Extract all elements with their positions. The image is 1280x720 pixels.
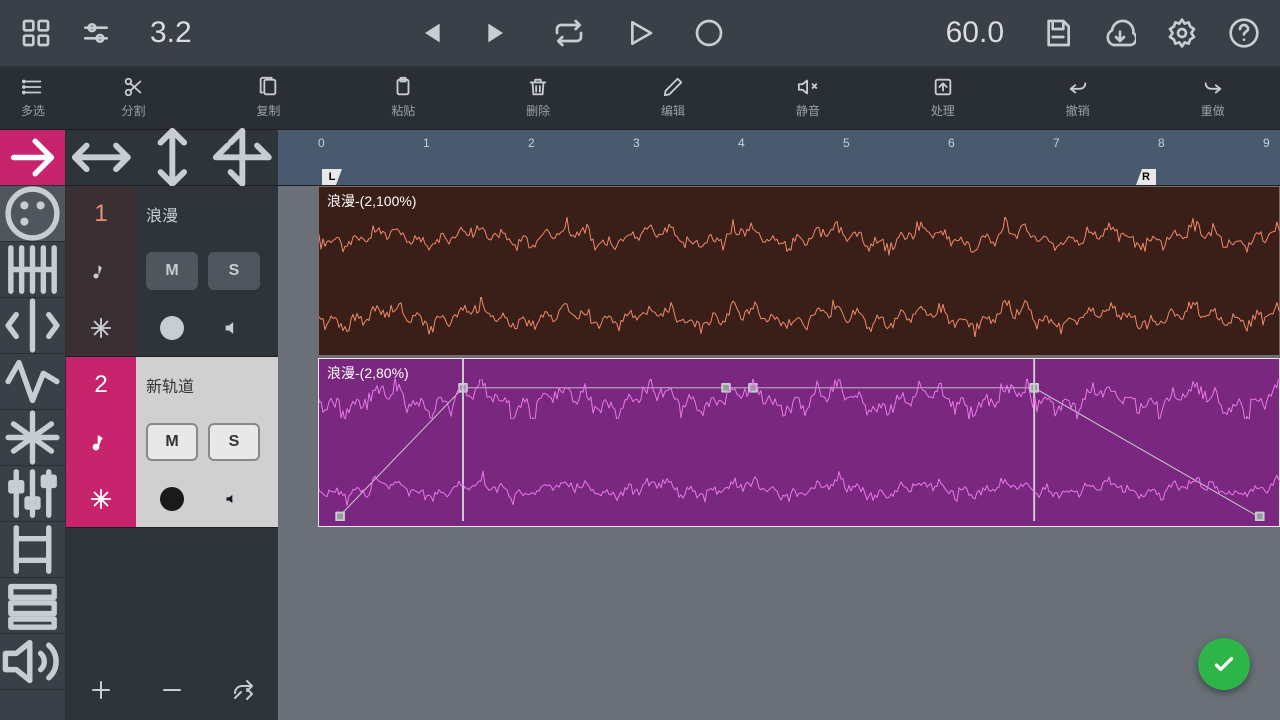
- track-2-number: 2: [66, 357, 136, 414]
- ruler-mark: 8: [1158, 136, 1165, 150]
- track-1-mute[interactable]: M: [146, 252, 198, 290]
- clip-1-label: 浪漫-(2,100%): [327, 191, 416, 211]
- play-icon[interactable]: [623, 17, 655, 49]
- ruler-mark: 5: [843, 136, 850, 150]
- track-2-monitor[interactable]: [208, 480, 260, 518]
- ruler-mark: 7: [1053, 136, 1060, 150]
- save-icon[interactable]: [1042, 17, 1074, 49]
- ruler-mark: 4: [738, 136, 745, 150]
- skip-end-icon[interactable]: [483, 17, 515, 49]
- mute-button[interactable]: 静音: [740, 66, 875, 129]
- track-1-arm[interactable]: [146, 309, 198, 347]
- timeline[interactable]: L R 0 1 2 3 4 5 6 7 8 9 浪漫-(2,100%) 浪漫-(2,80%): [278, 130, 1280, 720]
- star-icon[interactable]: [66, 470, 136, 527]
- track-row-2[interactable]: 2 新轨道 MS: [66, 357, 278, 528]
- undo-button[interactable]: 撤销: [1010, 66, 1145, 129]
- track-2-name: 新轨道: [146, 373, 194, 397]
- main-area: 1 浪漫 MS 2 新轨道 MS: [0, 130, 1280, 720]
- redo-label: 重做: [1201, 102, 1225, 119]
- track-2-arm[interactable]: [146, 480, 198, 518]
- track-panel: 1 浪漫 MS 2 新轨道 MS: [66, 130, 278, 720]
- multiselect-label: 多选: [21, 102, 45, 119]
- ruler-mark: 9: [1263, 136, 1270, 150]
- track-2-mute[interactable]: M: [146, 423, 198, 461]
- track-2-solo[interactable]: S: [208, 423, 260, 461]
- edit-button[interactable]: 编辑: [606, 66, 741, 129]
- grid-tool[interactable]: [0, 242, 65, 298]
- copy-label: 复制: [256, 102, 280, 119]
- ruler-mark: 1: [423, 136, 430, 150]
- snap-tool[interactable]: [207, 130, 278, 185]
- process-label: 处理: [931, 102, 955, 119]
- split-tool[interactable]: [0, 298, 65, 354]
- edit-label: 编辑: [661, 102, 685, 119]
- left-tool-strip: [0, 130, 66, 720]
- clip-track-1[interactable]: 浪漫-(2,100%): [318, 186, 1280, 356]
- wave-tool[interactable]: [0, 354, 65, 410]
- redo-button[interactable]: 重做: [1145, 66, 1280, 129]
- mixer-tool[interactable]: [0, 466, 65, 522]
- delete-label: 删除: [526, 102, 550, 119]
- note-icon[interactable]: [66, 414, 136, 471]
- track-1-name: 浪漫: [146, 202, 178, 226]
- undo-label: 撤销: [1066, 102, 1090, 119]
- add-track-button[interactable]: [89, 678, 113, 707]
- help-icon[interactable]: [1228, 17, 1260, 49]
- track-footer: [66, 664, 278, 720]
- speaker-tool[interactable]: [0, 634, 65, 690]
- star-icon[interactable]: [66, 299, 136, 356]
- arrow-tool[interactable]: [0, 130, 65, 186]
- position-display[interactable]: 3.2: [130, 16, 212, 50]
- tempo-display[interactable]: 60.0: [926, 16, 1024, 50]
- record-icon[interactable]: [693, 17, 725, 49]
- track-row-1[interactable]: 1 浪漫 MS: [66, 186, 278, 357]
- mute-label: 静音: [796, 102, 820, 119]
- process-button[interactable]: 处理: [875, 66, 1010, 129]
- multiselect-button[interactable]: 多选: [0, 66, 66, 129]
- ruler-mark: 3: [633, 136, 640, 150]
- move-h-tool[interactable]: [66, 130, 137, 185]
- download-icon[interactable]: [1104, 17, 1136, 49]
- split-button[interactable]: 分割: [66, 66, 201, 129]
- skip-start-icon[interactable]: [413, 17, 445, 49]
- settings-icon[interactable]: [1166, 17, 1198, 49]
- track-panel-tools: [66, 130, 278, 186]
- split-label: 分割: [121, 102, 145, 119]
- paste-label: 粘贴: [391, 102, 415, 119]
- ruler-mark: 6: [948, 136, 955, 150]
- transport-controls: [413, 17, 725, 49]
- track-1-solo[interactable]: S: [208, 252, 260, 290]
- delete-button[interactable]: 删除: [471, 66, 606, 129]
- copy-button[interactable]: 复制: [201, 66, 336, 129]
- track-1-number: 1: [66, 186, 136, 243]
- track-1-monitor[interactable]: [208, 309, 260, 347]
- confirm-fab[interactable]: [1198, 638, 1250, 690]
- ruler[interactable]: L R 0 1 2 3 4 5 6 7 8 9: [278, 130, 1280, 186]
- palette-tool[interactable]: [0, 186, 65, 242]
- clip-track-2[interactable]: 浪漫-(2,80%): [318, 358, 1280, 527]
- paste-button[interactable]: 粘贴: [336, 66, 471, 129]
- edit-toolbar: 多选 分割 复制 粘贴 删除 编辑 静音 处理 撤销 重做: [0, 66, 1280, 130]
- ruler-mark: 0: [318, 136, 325, 150]
- layers-tool[interactable]: [0, 578, 65, 634]
- fx-tool[interactable]: [0, 410, 65, 466]
- marker-tool[interactable]: [0, 522, 65, 578]
- note-icon[interactable]: [66, 243, 136, 300]
- loop-end-marker[interactable]: R: [1136, 169, 1156, 185]
- apps-icon[interactable]: [20, 17, 52, 49]
- sliders-icon[interactable]: [80, 17, 112, 49]
- top-bar: 3.2 60.0: [0, 0, 1280, 66]
- shuffle-button[interactable]: [231, 678, 255, 707]
- move-v-tool[interactable]: [137, 130, 208, 185]
- remove-track-button[interactable]: [160, 678, 184, 707]
- ruler-mark: 2: [528, 136, 535, 150]
- loop-start-marker[interactable]: L: [322, 169, 342, 185]
- loop-icon[interactable]: [553, 17, 585, 49]
